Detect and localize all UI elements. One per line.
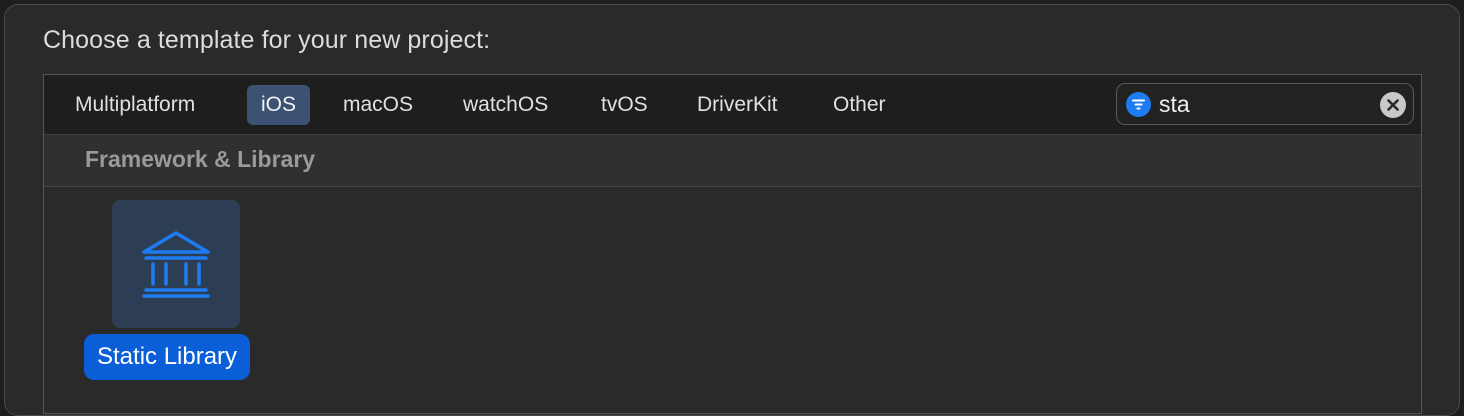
template-label[interactable]: Static Library: [84, 334, 251, 380]
template-static-library[interactable]: Static Library: [84, 200, 270, 380]
tab-other[interactable]: Other: [819, 85, 900, 125]
tab-driverkit[interactable]: DriverKit: [683, 85, 792, 125]
platform-tab-bar: Multiplatform iOS macOS watchOS tvOS Dri…: [44, 75, 1421, 135]
template-search-field[interactable]: [1116, 83, 1414, 125]
new-project-dialog: Choose a template for your new project: …: [4, 4, 1460, 416]
tab-watchos[interactable]: watchOS: [449, 85, 562, 125]
building-columns-icon: [142, 231, 210, 298]
section-header: Framework & Library: [44, 135, 1421, 187]
search-input[interactable]: [1159, 88, 1369, 120]
dialog-heading: Choose a template for your new project:: [43, 26, 491, 54]
section-title: Framework & Library: [85, 146, 316, 172]
tab-macos[interactable]: macOS: [329, 85, 427, 125]
clear-icon[interactable]: [1380, 92, 1406, 118]
template-tile[interactable]: [112, 200, 240, 328]
tab-ios[interactable]: iOS: [247, 85, 311, 125]
template-panel: Multiplatform iOS macOS watchOS tvOS Dri…: [43, 74, 1422, 414]
tab-multiplatform[interactable]: Multiplatform: [61, 85, 209, 125]
tab-tvos[interactable]: tvOS: [587, 85, 662, 125]
filter-icon[interactable]: [1126, 92, 1151, 117]
